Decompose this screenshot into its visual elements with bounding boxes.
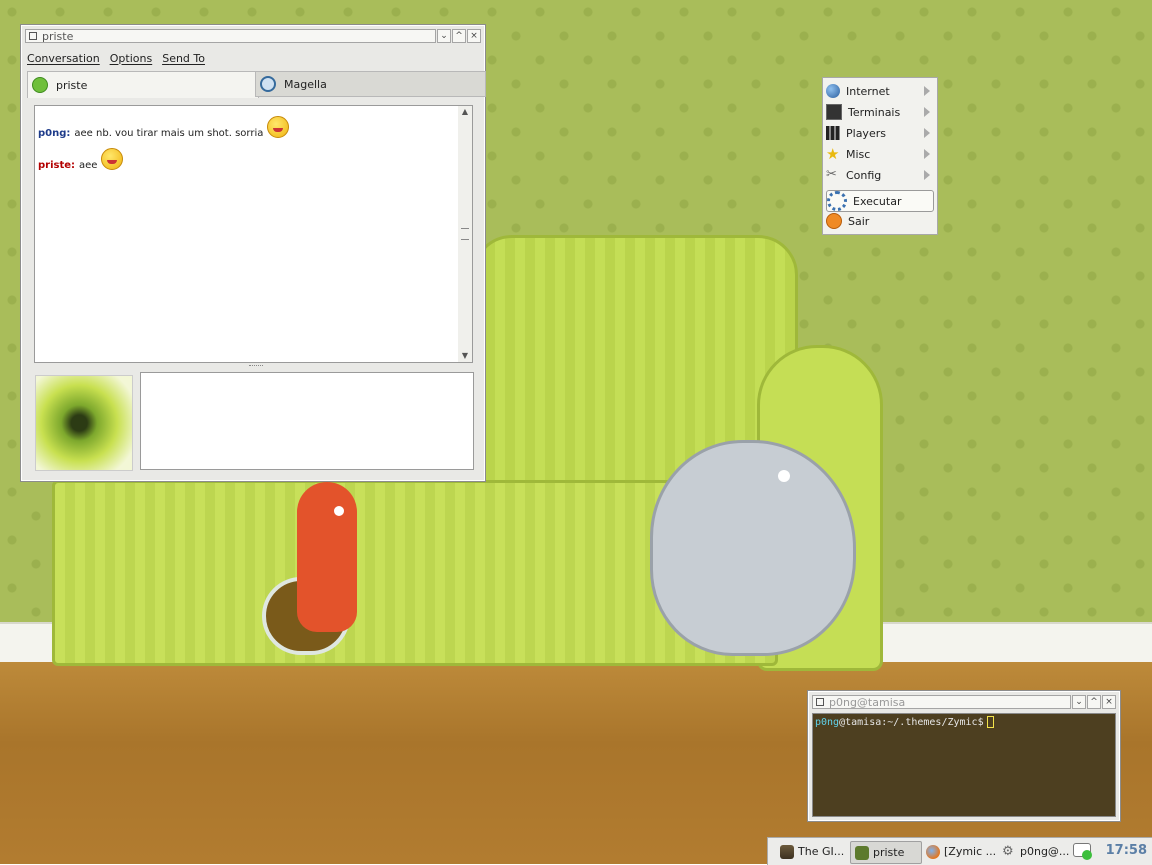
task-gimp[interactable]: The GI... [776,841,848,862]
submenu-arrow-icon [924,86,930,96]
task-firefox[interactable]: [Zymic ... [922,841,998,862]
tools-icon: ✂ [826,167,837,182]
task-label: [Zymic ... [944,845,997,858]
globe-icon [826,84,840,98]
clock[interactable]: 17:58 [1106,843,1147,858]
message-nick: priste: [38,159,76,171]
chat-message: p0ng: aee nb. vou tirar mais um shot. so… [38,116,290,144]
tab-label: Magella [284,77,327,91]
scrollbar-thumb[interactable] [461,228,469,240]
gear-icon [827,191,847,211]
terminal-title-text: p0ng@tamisa [829,695,906,709]
red-monster-body [297,482,357,632]
chat-title-text: priste [42,29,74,43]
taskbar: The GI... priste [Zymic ... ⚙ p0ng@... 1… [767,837,1152,865]
menu-conversation[interactable]: Conversation [27,52,100,65]
terminal-titlebar[interactable]: p0ng@tamisa ⌄ ^ × [812,695,1116,709]
scroll-up-icon[interactable]: ▲ [458,106,472,118]
star-icon: ★ [826,145,840,163]
tab-priste[interactable]: priste [27,71,259,98]
conversation-history[interactable]: p0ng: aee nb. vou tirar mais um shot. so… [34,105,460,363]
submenu-arrow-icon [924,107,930,117]
menu-item-config[interactable]: ✂ Config [826,165,932,185]
terminal-title[interactable]: p0ng@tamisa [812,695,1071,709]
smiley-icon [267,116,290,138]
submenu-arrow-icon [924,149,930,159]
prompt-path: @tamisa:~/.themes/Zymic$ [839,717,984,728]
message-text: aee nb. vou tirar mais um shot. sorria [74,127,264,139]
task-priste[interactable]: priste [850,841,922,864]
pidgin-icon [855,845,869,860]
menu-item-executar[interactable]: Executar [826,190,934,212]
gray-monster-eye [778,470,790,482]
task-label: p0ng@... [1020,845,1070,858]
minimize-button[interactable]: ⌄ [437,29,451,43]
gimp-icon [780,844,794,859]
available-status-icon [32,77,48,93]
buddy-icon[interactable] [35,375,133,471]
menu-item-misc[interactable]: ★ Misc [826,144,932,164]
pidgin-tray-icon[interactable] [1073,843,1093,860]
menu-send-to[interactable]: Send To [162,52,205,65]
chat-window: priste ⌄ ^ × Conversation Options Send T… [20,24,486,482]
terminal-gear-icon: ⚙ [1002,843,1014,859]
gray-monster-body [650,440,856,656]
menu-item-sair[interactable]: Sair [826,211,932,231]
chat-menubar: Conversation Options Send To [27,49,205,67]
submenu-arrow-icon [924,170,930,180]
window-menu-icon[interactable] [816,698,824,706]
task-label: priste [873,846,905,859]
chat-titlebar[interactable]: priste ⌄ ^ × [25,29,481,43]
window-menu-icon[interactable] [29,32,37,40]
app-menu: Internet Terminais Players ★ Misc ✂ Conf… [822,77,938,235]
terminal-window: p0ng@tamisa ⌄ ^ × p0ng@tamisa:~/.themes/… [807,690,1121,822]
tab-magella[interactable]: Magella [255,71,486,97]
task-label: The GI... [798,845,845,858]
menu-item-internet[interactable]: Internet [826,81,932,101]
submenu-arrow-icon [924,128,930,138]
conversation-tabs: priste Magella [27,71,486,98]
away-status-icon [260,76,276,92]
menu-item-label: Config [846,168,882,182]
prompt-user: p0ng [815,717,840,728]
close-button[interactable]: × [467,29,481,43]
smiley-icon [101,148,124,170]
maximize-button[interactable]: ^ [1087,695,1101,709]
film-icon [826,126,840,140]
close-button[interactable]: × [1102,695,1116,709]
menu-item-label: Internet [846,84,890,98]
terminal-screen[interactable]: p0ng@tamisa:~/.themes/Zymic$ [812,713,1116,817]
chat-message: priste: aee [38,148,124,176]
pane-splitter[interactable] [249,365,263,369]
message-input[interactable] [140,372,474,470]
red-monster-illustration [262,482,392,657]
terminal-icon [826,104,842,120]
conversation-scrollbar[interactable]: ▲ ▼ [458,105,473,363]
minimize-button[interactable]: ⌄ [1072,695,1086,709]
task-terminal[interactable]: ⚙ p0ng@... [998,841,1072,862]
menu-options[interactable]: Options [110,52,152,65]
maximize-button[interactable]: ^ [452,29,466,43]
scroll-down-icon[interactable]: ▼ [458,350,472,362]
message-text: aee [79,159,98,171]
chat-title[interactable]: priste [25,29,436,43]
menu-item-players[interactable]: Players [826,123,932,143]
menu-item-label: Terminais [848,105,901,119]
terminal-cursor [986,716,994,728]
message-nick: p0ng: [38,127,71,139]
menu-item-terminais[interactable]: Terminais [826,102,932,122]
menu-item-label: Sair [848,214,870,228]
menu-item-label: Misc [846,147,871,161]
menu-item-label: Players [846,126,886,140]
tab-label: priste [56,78,88,92]
power-icon [826,213,842,229]
firefox-icon [926,844,940,859]
red-monster-eye [334,506,344,516]
online-status-icon [1082,850,1092,860]
menu-item-label: Executar [853,194,902,208]
gray-monster-illustration [650,440,856,680]
